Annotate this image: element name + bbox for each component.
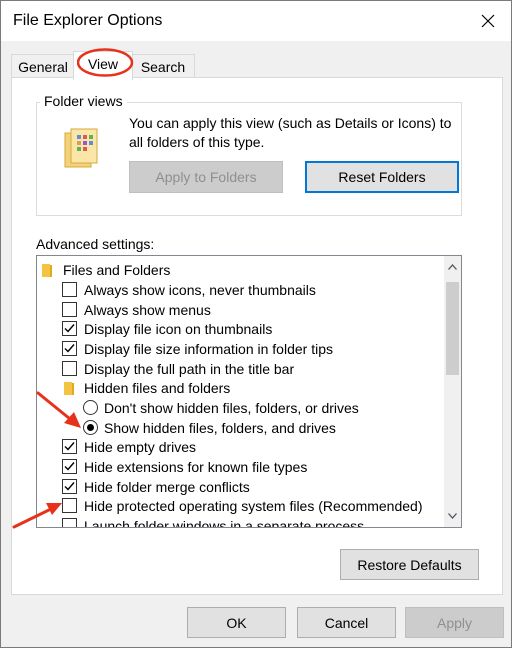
apply-to-folders-button[interactable]: Apply to Folders xyxy=(129,161,283,193)
restore-defaults-button[interactable]: Restore Defaults xyxy=(340,549,479,580)
folder-views-label: Folder views xyxy=(40,93,127,109)
ok-label: OK xyxy=(226,614,247,631)
list-item-always-show-menus[interactable]: Always show menus xyxy=(37,301,447,321)
radio-button[interactable] xyxy=(83,400,98,415)
folder-views-group: You can apply this view (such as Details… xyxy=(36,102,462,216)
list-item-files-and-folders: Files and Folders xyxy=(37,261,447,281)
list-item-display-file-size[interactable]: Display file size information in folder … xyxy=(37,340,447,360)
list-item-label: Display file icon on thumbnails xyxy=(84,321,273,337)
checkbox[interactable] xyxy=(62,341,77,356)
list-item-label: Show hidden files, folders, and drives xyxy=(104,420,336,436)
checkmark-icon xyxy=(64,324,75,333)
list-item-hide-extensions[interactable]: Hide extensions for known file types xyxy=(37,458,447,478)
list-item-label: Launch folder windows in a separate proc… xyxy=(84,518,365,528)
list-item-label: Display the full path in the title bar xyxy=(84,361,295,377)
apply-button[interactable]: Apply xyxy=(405,607,504,638)
list-item-display-file-icon[interactable]: Display file icon on thumbnails xyxy=(37,320,447,340)
list-item-label: Files and Folders xyxy=(63,262,171,278)
list-item-label: Don't show hidden files, folders, or dri… xyxy=(104,400,359,416)
list-item-always-show-icons[interactable]: Always show icons, never thumbnails xyxy=(37,281,447,301)
restore-defaults-label: Restore Defaults xyxy=(357,556,462,573)
scrollbar-thumb[interactable] xyxy=(446,282,459,375)
checkbox[interactable] xyxy=(62,321,77,336)
window-title: File Explorer Options xyxy=(13,12,163,29)
checkmark-icon xyxy=(64,482,75,491)
tab-search-label: Search xyxy=(140,59,186,75)
title-bar: File Explorer Options xyxy=(1,1,511,41)
reset-folders-label: Reset Folders xyxy=(338,169,426,185)
tab-general[interactable]: General xyxy=(11,54,75,79)
reset-folders-button[interactable]: Reset Folders xyxy=(305,161,459,193)
folder-views-description: You can apply this view (such as Details… xyxy=(129,115,452,150)
vertical-scrollbar[interactable] xyxy=(444,256,461,527)
list-item-hidden-files-and-folders: Hidden files and folders xyxy=(37,379,447,399)
chevron-up-icon xyxy=(448,263,457,270)
ok-button[interactable]: OK xyxy=(187,607,286,638)
cancel-label: Cancel xyxy=(324,614,369,631)
annotation-arrow xyxy=(36,391,81,428)
checkmark-icon xyxy=(64,462,75,471)
list-item-hide-merge-conflicts[interactable]: Hide folder merge conflicts xyxy=(37,478,447,498)
list-item-launch-separate-process[interactable]: Launch folder windows in a separate proc… xyxy=(37,517,447,528)
list-item-show-hidden[interactable]: Show hidden files, folders, and drives xyxy=(37,419,447,439)
checkmark-icon xyxy=(64,344,75,353)
list-item-hide-empty-drives[interactable]: Hide empty drives xyxy=(37,438,447,458)
advanced-settings-label: Advanced settings: xyxy=(36,236,155,252)
annotation-arrow xyxy=(12,503,62,529)
cancel-button[interactable]: Cancel xyxy=(297,607,396,638)
checkbox[interactable] xyxy=(62,479,77,494)
checkbox[interactable] xyxy=(62,459,77,474)
radio-button[interactable] xyxy=(83,420,98,435)
list-item-label: Hide protected operating system files (R… xyxy=(84,498,423,514)
chevron-down-icon xyxy=(448,512,457,519)
radio-selected-dot xyxy=(87,424,94,431)
scroll-down-button[interactable] xyxy=(444,507,461,524)
list-item-display-full-path[interactable]: Display the full path in the title bar xyxy=(37,360,447,380)
list-item-label: Hide extensions for known file types xyxy=(84,459,308,475)
scroll-up-button[interactable] xyxy=(444,258,461,275)
list-item-label: Hidden files and folders xyxy=(84,380,231,396)
checkmark-icon xyxy=(64,442,75,451)
advanced-settings-list[interactable]: Files and Folders Always show icons, nev… xyxy=(36,255,462,528)
checkbox[interactable] xyxy=(62,302,77,317)
list-item-dont-show-hidden[interactable]: Don't show hidden files, folders, or dri… xyxy=(37,399,447,419)
apply-label: Apply xyxy=(436,614,473,631)
tab-search[interactable]: Search xyxy=(131,54,195,79)
apply-to-folders-label: Apply to Folders xyxy=(155,169,257,185)
close-button[interactable] xyxy=(465,1,511,41)
view-tab-panel: You can apply this view (such as Details… xyxy=(11,77,503,595)
file-explorer-options-dialog: File Explorer Options General View Searc… xyxy=(0,0,512,648)
checkbox[interactable] xyxy=(62,361,77,376)
tab-general-label: General xyxy=(18,59,68,75)
checkbox[interactable] xyxy=(62,439,77,454)
folder-icon xyxy=(42,264,52,277)
list-item-label: Display file size information in folder … xyxy=(84,341,333,357)
close-icon xyxy=(481,14,495,28)
list-item-hide-protected-os-files[interactable]: Hide protected operating system files (R… xyxy=(37,497,447,517)
checkbox[interactable] xyxy=(62,282,77,297)
list-item-label: Hide empty drives xyxy=(84,439,197,455)
list-item-label: Hide folder merge conflicts xyxy=(84,479,250,495)
folder-views-icon xyxy=(64,128,98,168)
annotation-circle xyxy=(77,48,134,77)
list-item-label: Always show menus xyxy=(84,302,211,318)
list-item-label: Always show icons, never thumbnails xyxy=(84,282,316,298)
